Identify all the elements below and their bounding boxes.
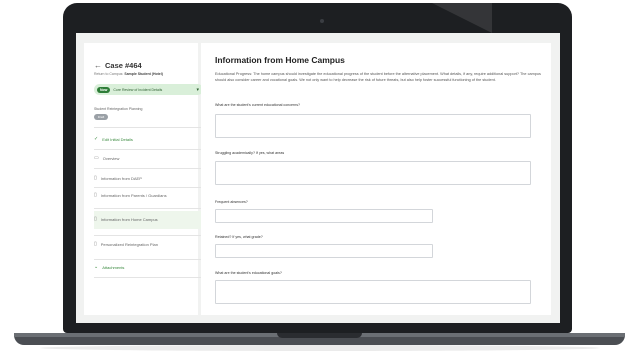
camera-icon [320, 19, 324, 23]
sidebar-divider [94, 149, 202, 150]
case-sidebar: ← Case #464 ⋮ Return to Campus: Sample S… [84, 43, 206, 315]
sidebar-item-label: Information from Home Campus [100, 217, 158, 222]
chevron-down-icon: ▾ [196, 86, 199, 93]
document-icon: ▯ [94, 192, 97, 198]
question-label: What are the student's current education… [215, 103, 300, 107]
sidebar-item-home-campus[interactable]: ▯ Information from Home Campus [94, 211, 202, 229]
screen-glare [432, 3, 492, 33]
question-label: What are the student's educational goals… [215, 271, 282, 275]
sidebar-divider [94, 235, 202, 236]
main-panel: Information from Home Campus Educational… [201, 43, 551, 315]
question-label: Frequent absences? [215, 200, 248, 204]
document-icon: ▯ [94, 175, 97, 181]
case-title: Case #464 [105, 61, 142, 70]
sidebar-divider [94, 259, 202, 260]
meeting-label: Student Reintegration Planning [94, 107, 143, 111]
case-header: ← Case #464 [94, 61, 142, 70]
student-name: Sample Student (Hotel) [124, 72, 163, 76]
case-subtitle: Return to Campus: Sample Student (Hotel) [94, 72, 163, 76]
educational-concerns-field[interactable] [215, 114, 531, 138]
document-icon: ▯ [94, 241, 97, 247]
sidebar-item-attachments[interactable]: ⌄ Attachments [94, 265, 202, 271]
sidebar-item-label: Attachments [102, 265, 125, 270]
laptop-shadow [40, 345, 600, 351]
sidebar-item-label: Edit Initial Details [102, 137, 133, 142]
sidebar-divider [94, 187, 202, 188]
struggling-academically-field[interactable] [215, 161, 531, 185]
sidebar-divider [94, 208, 202, 209]
status-badge: Now [97, 86, 111, 93]
sidebar-item-overview[interactable]: ▭ Overview [94, 156, 202, 162]
back-arrow-icon[interactable]: ← [94, 61, 102, 70]
chevron-down-icon: ⌄ [94, 264, 99, 270]
retained-grade-field[interactable] [215, 244, 433, 258]
meeting-status-badge: Draft [94, 114, 108, 120]
sidebar-item-reintegration-plan[interactable]: ▯ Personalized Reintegration Plan [94, 242, 202, 248]
overview-icon: ▭ [94, 155, 99, 161]
laptop-notch [277, 333, 362, 338]
sidebar-item-label: Overview [102, 156, 120, 161]
page-title: Information from Home Campus [215, 55, 345, 65]
status-dropdown[interactable]: Now Core Review of Incident Details ▾ [94, 84, 203, 95]
frequent-absences-field[interactable] [215, 209, 433, 223]
document-icon: ▯ [94, 216, 97, 222]
sidebar-divider [94, 277, 202, 278]
sidebar-divider [94, 127, 202, 128]
check-icon: ✓ [94, 136, 99, 142]
sidebar-item-label: Personalized Reintegration Plan [100, 242, 158, 247]
sidebar-item-edit-initial-details[interactable]: ✓ Edit Initial Details [94, 137, 202, 143]
sidebar-item-parents[interactable]: ▯ Information from Parents / Guardians [94, 193, 202, 199]
sidebar-item-label: Information from Parents / Guardians [100, 193, 167, 198]
question-label: Retained? If yes, what grade? [215, 235, 263, 239]
app-screen: ← Case #464 ⋮ Return to Campus: Sample S… [76, 33, 560, 323]
status-text: Core Review of Incident Details [113, 87, 163, 92]
educational-goals-field[interactable] [215, 280, 531, 304]
sidebar-item-daep[interactable]: ▯ Information from DAEP [94, 176, 202, 182]
subtitle-prefix: Return to Campus: [94, 72, 124, 76]
intro-text: Educational Progress: The home campus sh… [215, 72, 541, 82]
question-label: Struggling academically? If yes, what ar… [215, 151, 285, 155]
sidebar-item-label: Information from DAEP [100, 176, 142, 181]
sidebar-divider [94, 168, 202, 169]
